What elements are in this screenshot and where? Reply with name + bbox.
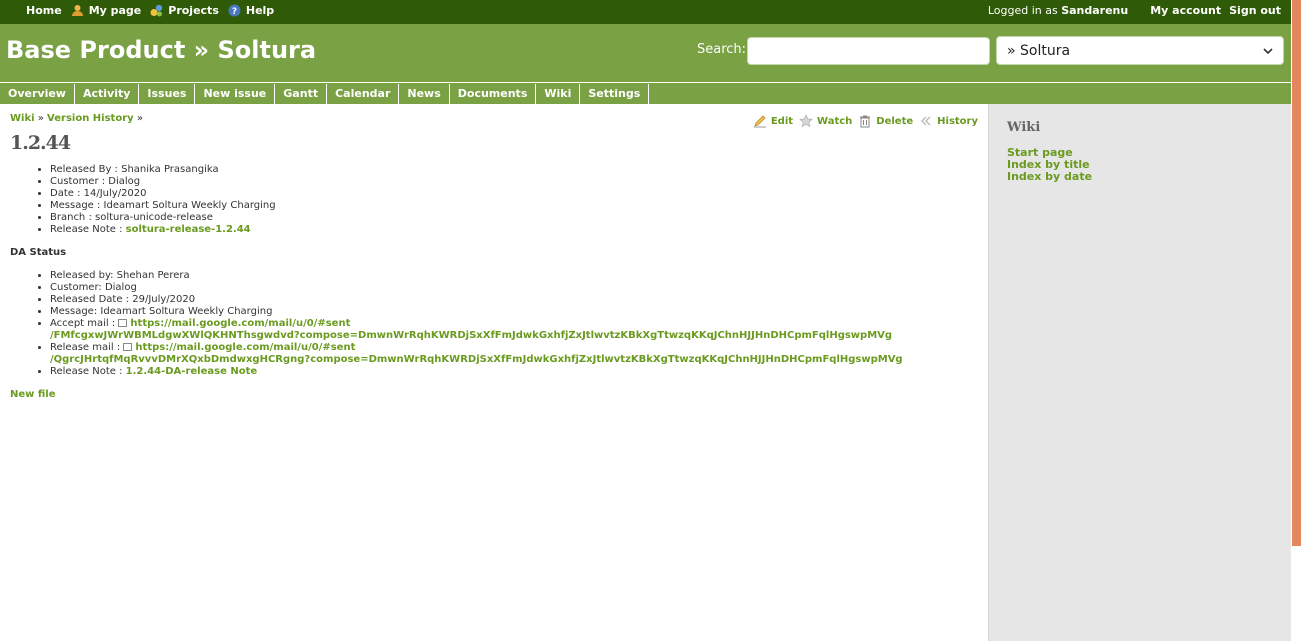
top-menu: Home My page Projects ? Help Logged in a…: [0, 0, 1291, 24]
main-menu: Overview Activity Issues New issue Gantt…: [0, 82, 1291, 104]
new-file-link[interactable]: New file: [10, 389, 56, 400]
top-menu-projects-label: Projects: [168, 4, 219, 17]
tab-settings[interactable]: Settings: [580, 84, 648, 103]
my-account-link[interactable]: My account: [1150, 4, 1221, 17]
list-item: Date : 14/July/2020: [50, 188, 276, 200]
da-release-note-link[interactable]: 1.2.44-DA-release Note: [126, 366, 257, 377]
breadcrumb-separator: »: [136, 113, 143, 124]
top-menu-help-label: Help: [245, 4, 275, 17]
tab-wiki[interactable]: Wiki: [536, 84, 579, 103]
history-icon: [919, 114, 933, 128]
list-item: Release Note : soltura-release-1.2.44: [50, 224, 276, 236]
page-title: 1.2.44: [10, 132, 71, 154]
list-item: Release Note : 1.2.44-DA-release Note: [50, 366, 903, 378]
logged-in-info: Logged in as Sandarenu: [988, 4, 1128, 17]
release-mail-link[interactable]: https://mail.google.com/mail/u/0/#sent/Q…: [50, 342, 903, 365]
list-item: Message: Ideamart Soltura Weekly Chargin…: [50, 306, 903, 318]
breadcrumb-version-history[interactable]: Version History: [47, 113, 134, 124]
project-jump-select[interactable]: » Soltura: [996, 36, 1284, 65]
list-item: Message : Ideamart Soltura Weekly Chargi…: [50, 200, 276, 212]
delete-label: Delete: [876, 115, 914, 127]
tab-news[interactable]: News: [399, 84, 448, 103]
breadcrumb-separator: »: [37, 113, 44, 124]
top-menu-home-label: Home: [26, 4, 62, 17]
da-status-list: Released by: Shehan Perera Customer: Dia…: [40, 270, 903, 378]
star-icon: [799, 114, 813, 128]
content: Wiki » Version History » Edit Watch Dele…: [0, 104, 988, 641]
release-info-list: Released By : Shanika Prasangika Custome…: [40, 164, 276, 236]
sidebar: Wiki Start page Index by title Index by …: [988, 104, 1291, 641]
pencil-icon: [753, 114, 767, 128]
list-item: Accept mail : https://mail.google.com/ma…: [50, 318, 903, 342]
accept-mail-link[interactable]: https://mail.google.com/mail/u/0/#sent/F…: [50, 318, 892, 341]
top-menu-home[interactable]: Home: [26, 4, 62, 17]
logged-in-user[interactable]: Sandarenu: [1061, 4, 1128, 17]
projects-icon: [150, 4, 163, 17]
watch-link[interactable]: Watch: [799, 114, 852, 128]
breadcrumb: Wiki » Version History »: [10, 113, 143, 124]
list-item: Released by: Shehan Perera: [50, 270, 903, 282]
history-link[interactable]: History: [919, 114, 978, 128]
project-select-value: » Soltura: [1007, 42, 1071, 59]
breadcrumb-wiki[interactable]: Wiki: [10, 113, 35, 124]
da-release-note-label: Release Note :: [50, 366, 123, 377]
release-mail-link-line1: https://mail.google.com/mail/u/0/#sent: [135, 342, 356, 353]
release-note-label: Release Note :: [50, 224, 123, 235]
scrollbar-thumb[interactable]: [1292, 0, 1301, 546]
list-item: Released Date : 29/July/2020: [50, 294, 903, 306]
tab-new-issue[interactable]: New issue: [195, 84, 274, 103]
accept-mail-link-line2: /FMfcgxwJWrWBMLdgwXWlQKHNThsgwdvd?compos…: [50, 330, 893, 341]
header: Base Product » Soltura Search: » Soltura: [0, 24, 1291, 82]
top-menu-my-page-label: My page: [88, 4, 142, 17]
sidebar-index-by-date[interactable]: Index by date: [1007, 171, 1273, 183]
history-label: History: [937, 115, 978, 127]
watch-label: Watch: [817, 115, 853, 127]
search-label: Search:: [697, 42, 747, 57]
chevron-down-icon: [1263, 43, 1273, 59]
accept-mail-link-line1: https://mail.google.com/mail/u/0/#sent: [130, 318, 351, 329]
scrollbar[interactable]: [1291, 0, 1301, 641]
tab-gantt[interactable]: Gantt: [275, 84, 326, 103]
list-item: Branch : soltura-unicode-release: [50, 212, 276, 224]
accept-mail-label: Accept mail :: [50, 318, 116, 329]
tab-calendar[interactable]: Calendar: [327, 84, 398, 103]
top-menu-help[interactable]: ? Help: [228, 4, 274, 17]
release-note-link[interactable]: soltura-release-1.2.44: [126, 224, 251, 235]
list-item: Release mail : https://mail.google.com/m…: [50, 342, 903, 366]
sidebar-title: Wiki: [1007, 120, 1041, 135]
tab-issues[interactable]: Issues: [139, 84, 194, 103]
external-link-icon: [123, 343, 133, 351]
list-item: Customer : Dialog: [50, 176, 276, 188]
search-input[interactable]: [747, 37, 990, 65]
project-title: Base Product » Soltura: [6, 36, 317, 64]
external-link-icon: [118, 319, 128, 327]
edit-link[interactable]: Edit: [753, 114, 793, 128]
top-menu-right: Logged in as Sandarenu My account Sign o…: [988, 4, 1281, 17]
da-status-title: DA Status: [10, 247, 67, 258]
contextual-actions: Edit Watch Delete History: [747, 114, 978, 128]
top-menu-left: Home My page Projects ? Help: [26, 4, 283, 17]
sign-out-link[interactable]: Sign out: [1229, 4, 1281, 17]
delete-link[interactable]: Delete: [858, 114, 913, 128]
list-item: Customer: Dialog: [50, 282, 903, 294]
edit-label: Edit: [770, 115, 794, 127]
trash-icon: [858, 114, 872, 128]
list-item: Released By : Shanika Prasangika: [50, 164, 276, 176]
logged-in-prefix: Logged in as: [987, 4, 1058, 17]
help-icon: ?: [228, 4, 241, 17]
release-mail-label: Release mail :: [50, 342, 121, 353]
tab-activity[interactable]: Activity: [75, 84, 138, 103]
release-mail-link-line2: /QgrcJHrtqfMqRvvvDMrXQxbDmdwxgHCRgng?com…: [50, 354, 903, 365]
user-icon: [71, 4, 84, 17]
tab-documents[interactable]: Documents: [450, 84, 536, 103]
tab-overview[interactable]: Overview: [0, 84, 74, 103]
svg-text:?: ?: [232, 7, 237, 17]
top-menu-projects[interactable]: Projects: [150, 4, 219, 17]
top-menu-my-page[interactable]: My page: [71, 4, 142, 17]
